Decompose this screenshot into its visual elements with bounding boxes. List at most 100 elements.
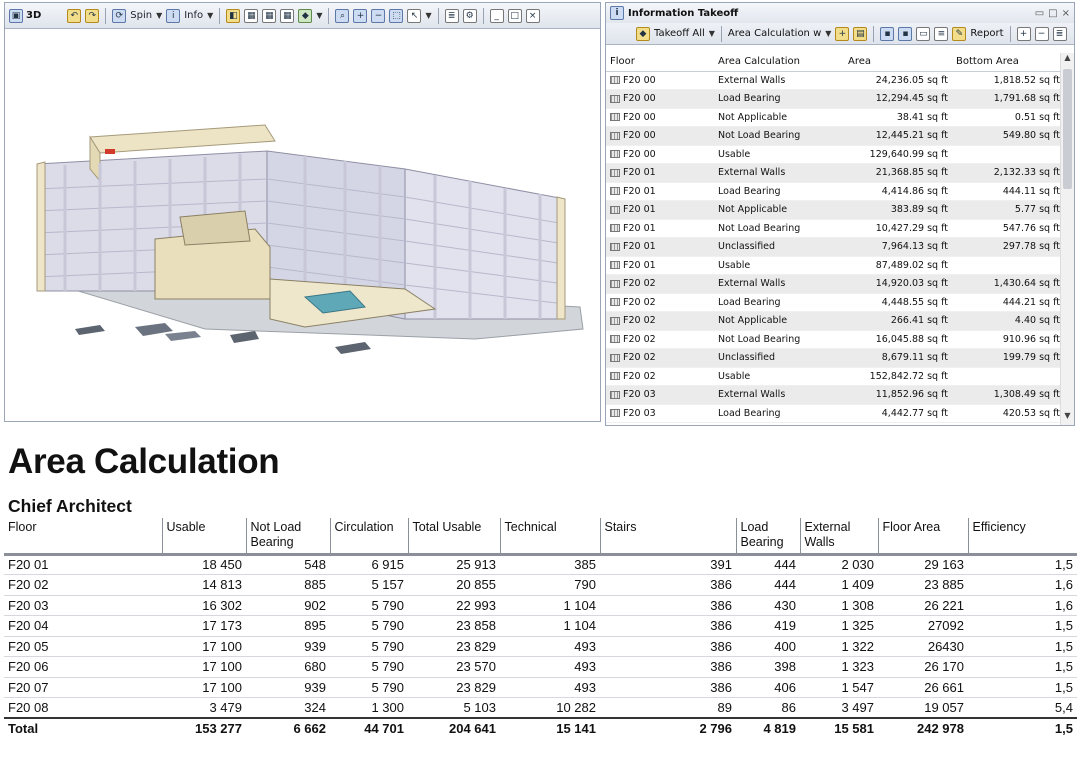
info-icon[interactable]: i bbox=[166, 8, 181, 23]
takeoff-row[interactable]: F20 02 Load Bearing 4,448.55 sq ft 444.21 s… bbox=[606, 294, 1060, 312]
report-cell: 23 885 bbox=[878, 574, 968, 596]
takeoff-row[interactable]: F20 02 External Walls 14,920.03 sq ft 1,430… bbox=[606, 275, 1060, 294]
display-mode-dropdown-icon[interactable]: ▼ bbox=[316, 11, 322, 20]
redo-view-icon[interactable]: ↷ bbox=[85, 8, 100, 23]
layers-icon[interactable]: ≣ bbox=[444, 8, 459, 23]
spin-icon[interactable]: ⟳ bbox=[112, 8, 127, 23]
takeoff-all-button[interactable]: Takeoff All bbox=[654, 28, 705, 39]
report-cell: 20 855 bbox=[408, 574, 500, 596]
zoom-out-icon[interactable]: − bbox=[371, 8, 386, 23]
takeoff-row[interactable]: F20 00 Load Bearing 12,294.45 sq ft 1,791.6… bbox=[606, 90, 1060, 109]
takeoff-row[interactable]: F20 00 Not Load Bearing 12,445.21 sq ft 549… bbox=[606, 127, 1060, 146]
takeoff-scrollbar[interactable]: ▲ ▼ bbox=[1060, 53, 1074, 425]
takeoff-row[interactable]: F20 02 Not Applicable 266.41 sq ft 4.40 sq … bbox=[606, 312, 1060, 331]
3d-viewport[interactable] bbox=[5, 29, 600, 421]
takeoff-row[interactable]: F20 01 Usable 87,489.02 sq ft bbox=[606, 257, 1060, 275]
floor-label: F20 02 bbox=[623, 333, 656, 345]
calculation-cell: Load Bearing bbox=[718, 93, 781, 105]
takeoff-row[interactable]: F20 02 Usable 152,842.72 sq ft bbox=[606, 368, 1060, 386]
column-header[interactable]: Area bbox=[844, 56, 952, 67]
columns-icon[interactable]: ≡ bbox=[934, 26, 949, 41]
report-row: F20 04 17 173 895 5 790 23 858 1 104 386 419 1 3… bbox=[4, 615, 1077, 637]
floor-label: F20 02 bbox=[623, 278, 656, 290]
zoom-window-icon[interactable]: ⬚ bbox=[389, 8, 404, 23]
floor-icon bbox=[610, 316, 620, 325]
info-button[interactable]: Info bbox=[184, 10, 203, 21]
report-cell: 391 bbox=[600, 554, 736, 575]
select-dropdown-icon[interactable]: ▼ bbox=[425, 11, 431, 20]
display-mode-icon[interactable]: ◆ bbox=[298, 8, 313, 23]
takeoff-row[interactable]: F20 02 Unclassified 8,679.11 sq ft 199.79 s… bbox=[606, 349, 1060, 368]
column-header[interactable]: Bottom Area bbox=[952, 56, 1060, 67]
zoom-fit-icon[interactable]: ⌕ bbox=[335, 8, 350, 23]
report-cell: F20 01 bbox=[4, 554, 162, 575]
info-dropdown-icon[interactable]: ▼ bbox=[207, 11, 213, 20]
select-pointer-icon[interactable]: ↖ bbox=[407, 8, 422, 23]
spin-button[interactable]: Spin bbox=[130, 10, 152, 21]
takeoff-row[interactable]: F20 01 Unclassified 7,964.13 sq ft 297.78 s… bbox=[606, 238, 1060, 257]
minimize-icon[interactable]: _ bbox=[489, 8, 504, 23]
column-header[interactable]: Floor bbox=[606, 56, 714, 67]
floor-label: F20 01 bbox=[623, 259, 656, 271]
scroll-thumb[interactable] bbox=[1063, 69, 1072, 189]
floor-cell: F20 00 bbox=[606, 93, 714, 104]
save-as-icon[interactable]: ▪ bbox=[898, 26, 913, 41]
takeoff-row[interactable]: F20 00 Usable 129,640.99 sq ft bbox=[606, 146, 1060, 164]
column-header[interactable]: Area Calculation bbox=[714, 56, 844, 67]
expand-all-icon[interactable]: + bbox=[1016, 26, 1031, 41]
scroll-up-icon[interactable]: ▲ bbox=[1061, 53, 1074, 67]
report-cell: 17 173 bbox=[162, 615, 246, 637]
takeoff-row[interactable]: F20 00 Not Applicable 38.41 sq ft 0.51 sq f… bbox=[606, 109, 1060, 127]
scroll-down-icon[interactable]: ▼ bbox=[1061, 411, 1074, 425]
report-column-header: Usable bbox=[162, 518, 247, 556]
takeoff-icon[interactable]: ◆ bbox=[636, 26, 650, 41]
view-cube-icon[interactable]: ◧ bbox=[226, 8, 241, 23]
floor-label: F20 00 bbox=[623, 111, 656, 123]
takeoff-row[interactable]: F20 01 External Walls 21,368.85 sq ft 2,132… bbox=[606, 164, 1060, 183]
takeoff-all-dropdown-icon[interactable]: ▼ bbox=[709, 29, 715, 38]
3d-panel-title: ▣ 3D bbox=[9, 8, 41, 23]
bottom-area-cell: 4.40 sq ft bbox=[1014, 315, 1060, 327]
report-total-cell: 153 277 bbox=[162, 717, 246, 739]
zoom-in-icon[interactable]: + bbox=[353, 8, 368, 23]
maximize-icon[interactable]: □ bbox=[507, 8, 522, 23]
save-icon[interactable]: ▪ bbox=[880, 26, 895, 41]
render-settings-icon[interactable]: ⚙ bbox=[462, 8, 477, 23]
view-side-icon[interactable]: ▦ bbox=[262, 8, 277, 23]
building-3d-model[interactable] bbox=[5, 29, 600, 421]
list-view-icon[interactable]: ≣ bbox=[1052, 26, 1067, 41]
area-cell: 129,640.99 sq ft bbox=[869, 148, 948, 160]
maximize-icon[interactable]: □ bbox=[1048, 8, 1057, 19]
calculation-cell: Usable bbox=[718, 370, 751, 382]
view-front-icon[interactable]: ▦ bbox=[244, 8, 259, 23]
report-cell: 493 bbox=[500, 636, 600, 657]
floor-cell: F20 01 bbox=[606, 204, 714, 215]
collapse-all-icon[interactable]: − bbox=[1034, 26, 1049, 41]
undo-view-icon[interactable]: ↶ bbox=[67, 8, 82, 23]
takeoff-row[interactable]: F20 01 Not Applicable 383.89 sq ft 5.77 sq … bbox=[606, 201, 1060, 220]
close-icon[interactable]: × bbox=[1062, 8, 1070, 19]
report-icon[interactable]: ✎ bbox=[952, 26, 967, 41]
calculation-select[interactable]: Area Calculation w bbox=[728, 28, 821, 39]
takeoff-row[interactable]: F20 03 Load Bearing 4,442.77 sq ft 420.53 s… bbox=[606, 405, 1060, 423]
open-folder-icon[interactable]: ▤ bbox=[853, 26, 868, 41]
spin-dropdown-icon[interactable]: ▼ bbox=[156, 11, 162, 20]
report-cell: 2 030 bbox=[800, 554, 878, 575]
takeoff-row[interactable]: F20 01 Load Bearing 4,414.86 sq ft 444.11 s… bbox=[606, 183, 1060, 201]
floor-pad bbox=[335, 342, 371, 354]
view-top-icon[interactable]: ▦ bbox=[280, 8, 295, 23]
close-icon[interactable]: × bbox=[525, 8, 540, 23]
report-row: F20 03 16 302 902 5 790 22 993 1 104 386 430 1 3… bbox=[4, 595, 1077, 616]
report-button[interactable]: Report bbox=[970, 28, 1003, 39]
takeoff-row[interactable]: F20 01 Not Load Bearing 10,427.29 sq ft 547… bbox=[606, 220, 1060, 238]
report-cell: 386 bbox=[600, 595, 736, 616]
bottom-area-cell: 1,308.49 sq ft bbox=[993, 389, 1060, 401]
takeoff-row[interactable]: F20 00 External Walls 24,236.05 sq ft 1,818… bbox=[606, 72, 1060, 90]
bottom-area-cell: 1,818.52 sq ft bbox=[993, 74, 1060, 86]
folder-icon[interactable]: ▭ bbox=[916, 26, 931, 41]
calculation-dropdown-icon[interactable]: ▼ bbox=[825, 29, 831, 38]
minimize-icon[interactable]: ▭ bbox=[1035, 8, 1044, 19]
new-file-icon[interactable]: + bbox=[835, 26, 850, 41]
takeoff-row[interactable]: F20 02 Not Load Bearing 16,045.88 sq ft 910… bbox=[606, 331, 1060, 349]
takeoff-row[interactable]: F20 03 External Walls 11,852.96 sq ft 1,308… bbox=[606, 386, 1060, 405]
